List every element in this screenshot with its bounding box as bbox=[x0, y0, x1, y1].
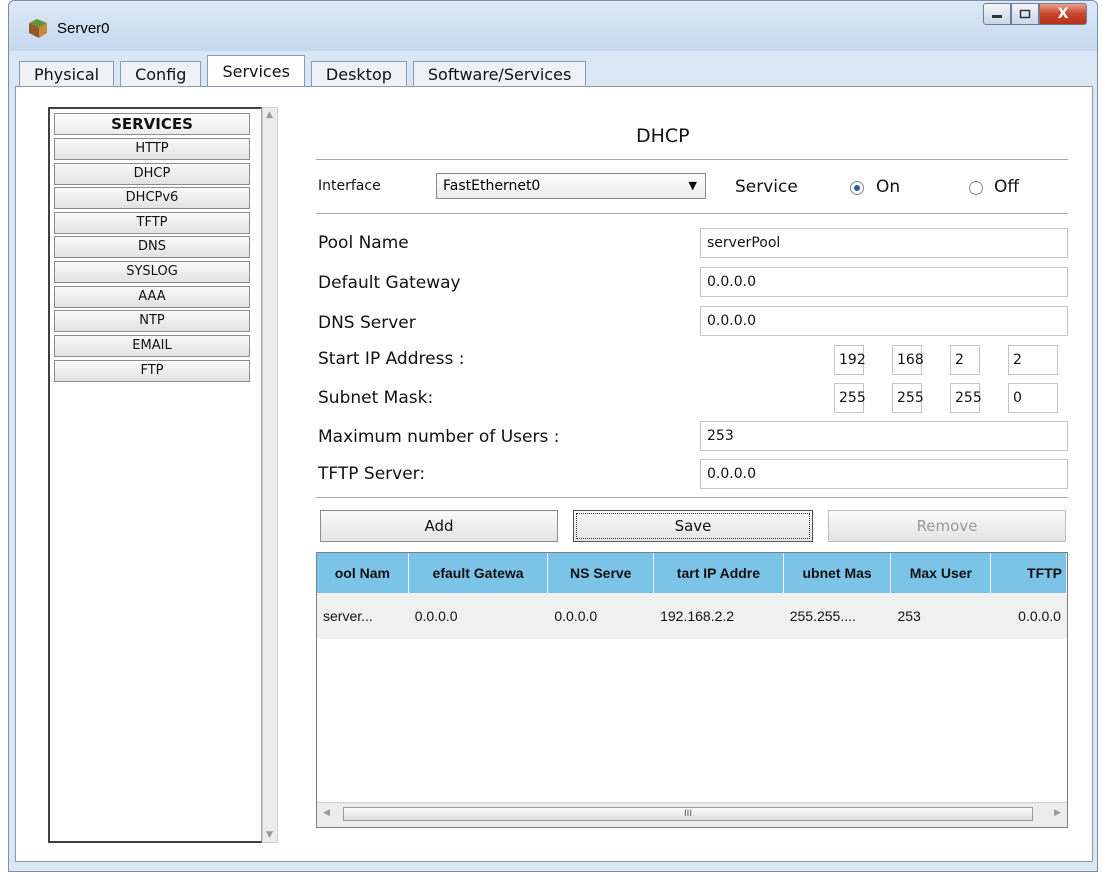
pool-name-label: Pool Name bbox=[318, 233, 409, 253]
sidebar-item-http[interactable]: HTTP bbox=[54, 138, 250, 160]
sidebar-item-tftp[interactable]: TFTP bbox=[54, 212, 250, 234]
scroll-down-icon[interactable]: ▼ bbox=[266, 830, 273, 840]
tftp-server-field[interactable]: 0.0.0.0 bbox=[700, 459, 1068, 489]
sidebar-item-dhcp[interactable]: DHCP bbox=[54, 163, 250, 185]
start-ip-octet-2[interactable]: 168 bbox=[892, 345, 924, 375]
scroll-left-icon[interactable]: ◀ bbox=[323, 808, 330, 818]
title-bar[interactable]: Server0 X bbox=[9, 1, 1097, 51]
divider bbox=[316, 159, 1068, 160]
max-users-field[interactable]: 253 bbox=[700, 421, 1068, 451]
tab-desktop[interactable]: Desktop bbox=[310, 61, 407, 87]
dhcp-pool-table: ool Nam efault Gatewa NS Serve tart IP A… bbox=[316, 552, 1068, 828]
interface-value: FastEthernet0 bbox=[443, 178, 541, 194]
close-button[interactable]: X bbox=[1039, 3, 1087, 25]
cell-max-users: 253 bbox=[897, 608, 921, 624]
cell-tftp: 0.0.0.0 bbox=[1018, 608, 1061, 624]
cell-pool-name: server... bbox=[323, 608, 373, 624]
service-on-label[interactable]: On bbox=[876, 177, 900, 197]
service-label: Service bbox=[735, 177, 798, 197]
start-ip-octet-1[interactable]: 192 bbox=[834, 345, 866, 375]
save-button[interactable]: Save bbox=[573, 510, 813, 542]
sidebar-item-services[interactable]: SERVICES bbox=[54, 113, 250, 135]
column-header-tftp[interactable]: TFTP bbox=[991, 553, 1067, 593]
cell-dns-server: 0.0.0.0 bbox=[554, 608, 598, 624]
subnet-mask-octet-2[interactable]: 255 bbox=[892, 383, 924, 413]
table-horizontal-scrollbar[interactable]: ◀ III ▶ bbox=[317, 802, 1067, 827]
column-header-subnet-mask[interactable]: ubnet Mas bbox=[784, 553, 892, 593]
subnet-mask-octet-3[interactable]: 255 bbox=[950, 383, 982, 413]
subnet-mask-octet-4[interactable]: 0 bbox=[1008, 383, 1058, 413]
interface-label: Interface bbox=[318, 178, 381, 194]
sidebar-item-ntp[interactable]: NTP bbox=[54, 310, 250, 332]
sidebar-item-aaa[interactable]: AAA bbox=[54, 286, 250, 308]
column-header-dns-server[interactable]: NS Serve bbox=[548, 553, 655, 593]
cell-subnet-mask: 255.255.... bbox=[789, 608, 856, 624]
sidebar-item-syslog[interactable]: SYSLOG bbox=[54, 261, 250, 283]
sidebar-item-email[interactable]: EMAIL bbox=[54, 335, 250, 357]
divider bbox=[316, 497, 1068, 498]
minimize-icon bbox=[992, 15, 1002, 18]
maximize-icon bbox=[1019, 9, 1031, 19]
interface-select[interactable]: FastEthernet0 ▼ bbox=[436, 173, 706, 199]
sidebar-item-dhcpv6[interactable]: DHCPv6 bbox=[54, 187, 250, 209]
service-on-radio[interactable] bbox=[850, 181, 864, 195]
column-header-start-ip[interactable]: tart IP Addre bbox=[654, 553, 784, 593]
default-gateway-label: Default Gateway bbox=[318, 273, 461, 293]
add-button[interactable]: Add bbox=[320, 510, 558, 542]
scroll-up-icon[interactable]: ▲ bbox=[266, 110, 273, 120]
sidebar-scrollbar[interactable]: ▲ ▼ bbox=[262, 107, 278, 843]
tab-physical[interactable]: Physical bbox=[19, 61, 115, 87]
divider bbox=[316, 213, 1068, 214]
column-header-pool-name[interactable]: ool Nam bbox=[317, 553, 409, 593]
dhcp-heading: DHCP bbox=[636, 125, 690, 147]
close-icon: X bbox=[1057, 6, 1069, 22]
start-ip-label: Start IP Address : bbox=[318, 349, 465, 369]
services-panel: SERVICES HTTP DHCP DHCPv6 TFTP DNS SYSLO… bbox=[15, 86, 1093, 862]
services-sidebar: SERVICES HTTP DHCP DHCPv6 TFTP DNS SYSLO… bbox=[48, 107, 262, 843]
dns-server-label: DNS Server bbox=[318, 313, 416, 333]
tab-config[interactable]: Config bbox=[120, 61, 202, 87]
cell-default-gateway: 0.0.0.0 bbox=[414, 608, 458, 624]
server-window: Server0 X Physical Config Services Deskt… bbox=[8, 0, 1098, 872]
tab-software-services[interactable]: Software/Services bbox=[412, 61, 587, 87]
service-off-label[interactable]: Off bbox=[994, 177, 1019, 197]
tftp-server-label: TFTP Server: bbox=[318, 464, 426, 484]
tab-services[interactable]: Services bbox=[207, 55, 305, 87]
cell-start-ip: 192.168.2.2 bbox=[660, 608, 735, 624]
scroll-thumb[interactable]: III bbox=[343, 807, 1033, 821]
server-app-icon bbox=[29, 19, 47, 38]
subnet-mask-octet-1[interactable]: 255 bbox=[834, 383, 866, 413]
scroll-right-icon[interactable]: ▶ bbox=[1054, 808, 1061, 818]
remove-button[interactable]: Remove bbox=[828, 510, 1066, 542]
column-header-max-users[interactable]: Max User bbox=[891, 553, 992, 593]
minimize-button[interactable] bbox=[983, 3, 1011, 25]
service-off-radio[interactable] bbox=[969, 181, 983, 195]
table-row[interactable]: server... 0.0.0.0 0.0.0.0 192.168.2.2 25… bbox=[317, 593, 1067, 639]
window-title: Server0 bbox=[57, 20, 110, 37]
default-gateway-field[interactable]: 0.0.0.0 bbox=[700, 267, 1068, 297]
start-ip-octet-4[interactable]: 2 bbox=[1008, 345, 1058, 375]
maximize-button[interactable] bbox=[1011, 3, 1039, 25]
column-header-default-gateway[interactable]: efault Gatewa bbox=[409, 553, 549, 593]
pool-name-field[interactable]: serverPool bbox=[700, 228, 1068, 258]
sidebar-item-ftp[interactable]: FTP bbox=[54, 360, 250, 382]
sidebar-item-dns[interactable]: DNS bbox=[54, 236, 250, 258]
start-ip-octet-3[interactable]: 2 bbox=[950, 345, 980, 375]
subnet-mask-label: Subnet Mask: bbox=[318, 388, 434, 408]
tab-bar: Physical Config Services Desktop Softwar… bbox=[19, 55, 592, 87]
max-users-label: Maximum number of Users : bbox=[318, 427, 560, 447]
table-header: ool Nam efault Gatewa NS Serve tart IP A… bbox=[317, 553, 1067, 593]
chevron-down-icon: ▼ bbox=[688, 179, 697, 192]
dns-server-field[interactable]: 0.0.0.0 bbox=[700, 306, 1068, 336]
